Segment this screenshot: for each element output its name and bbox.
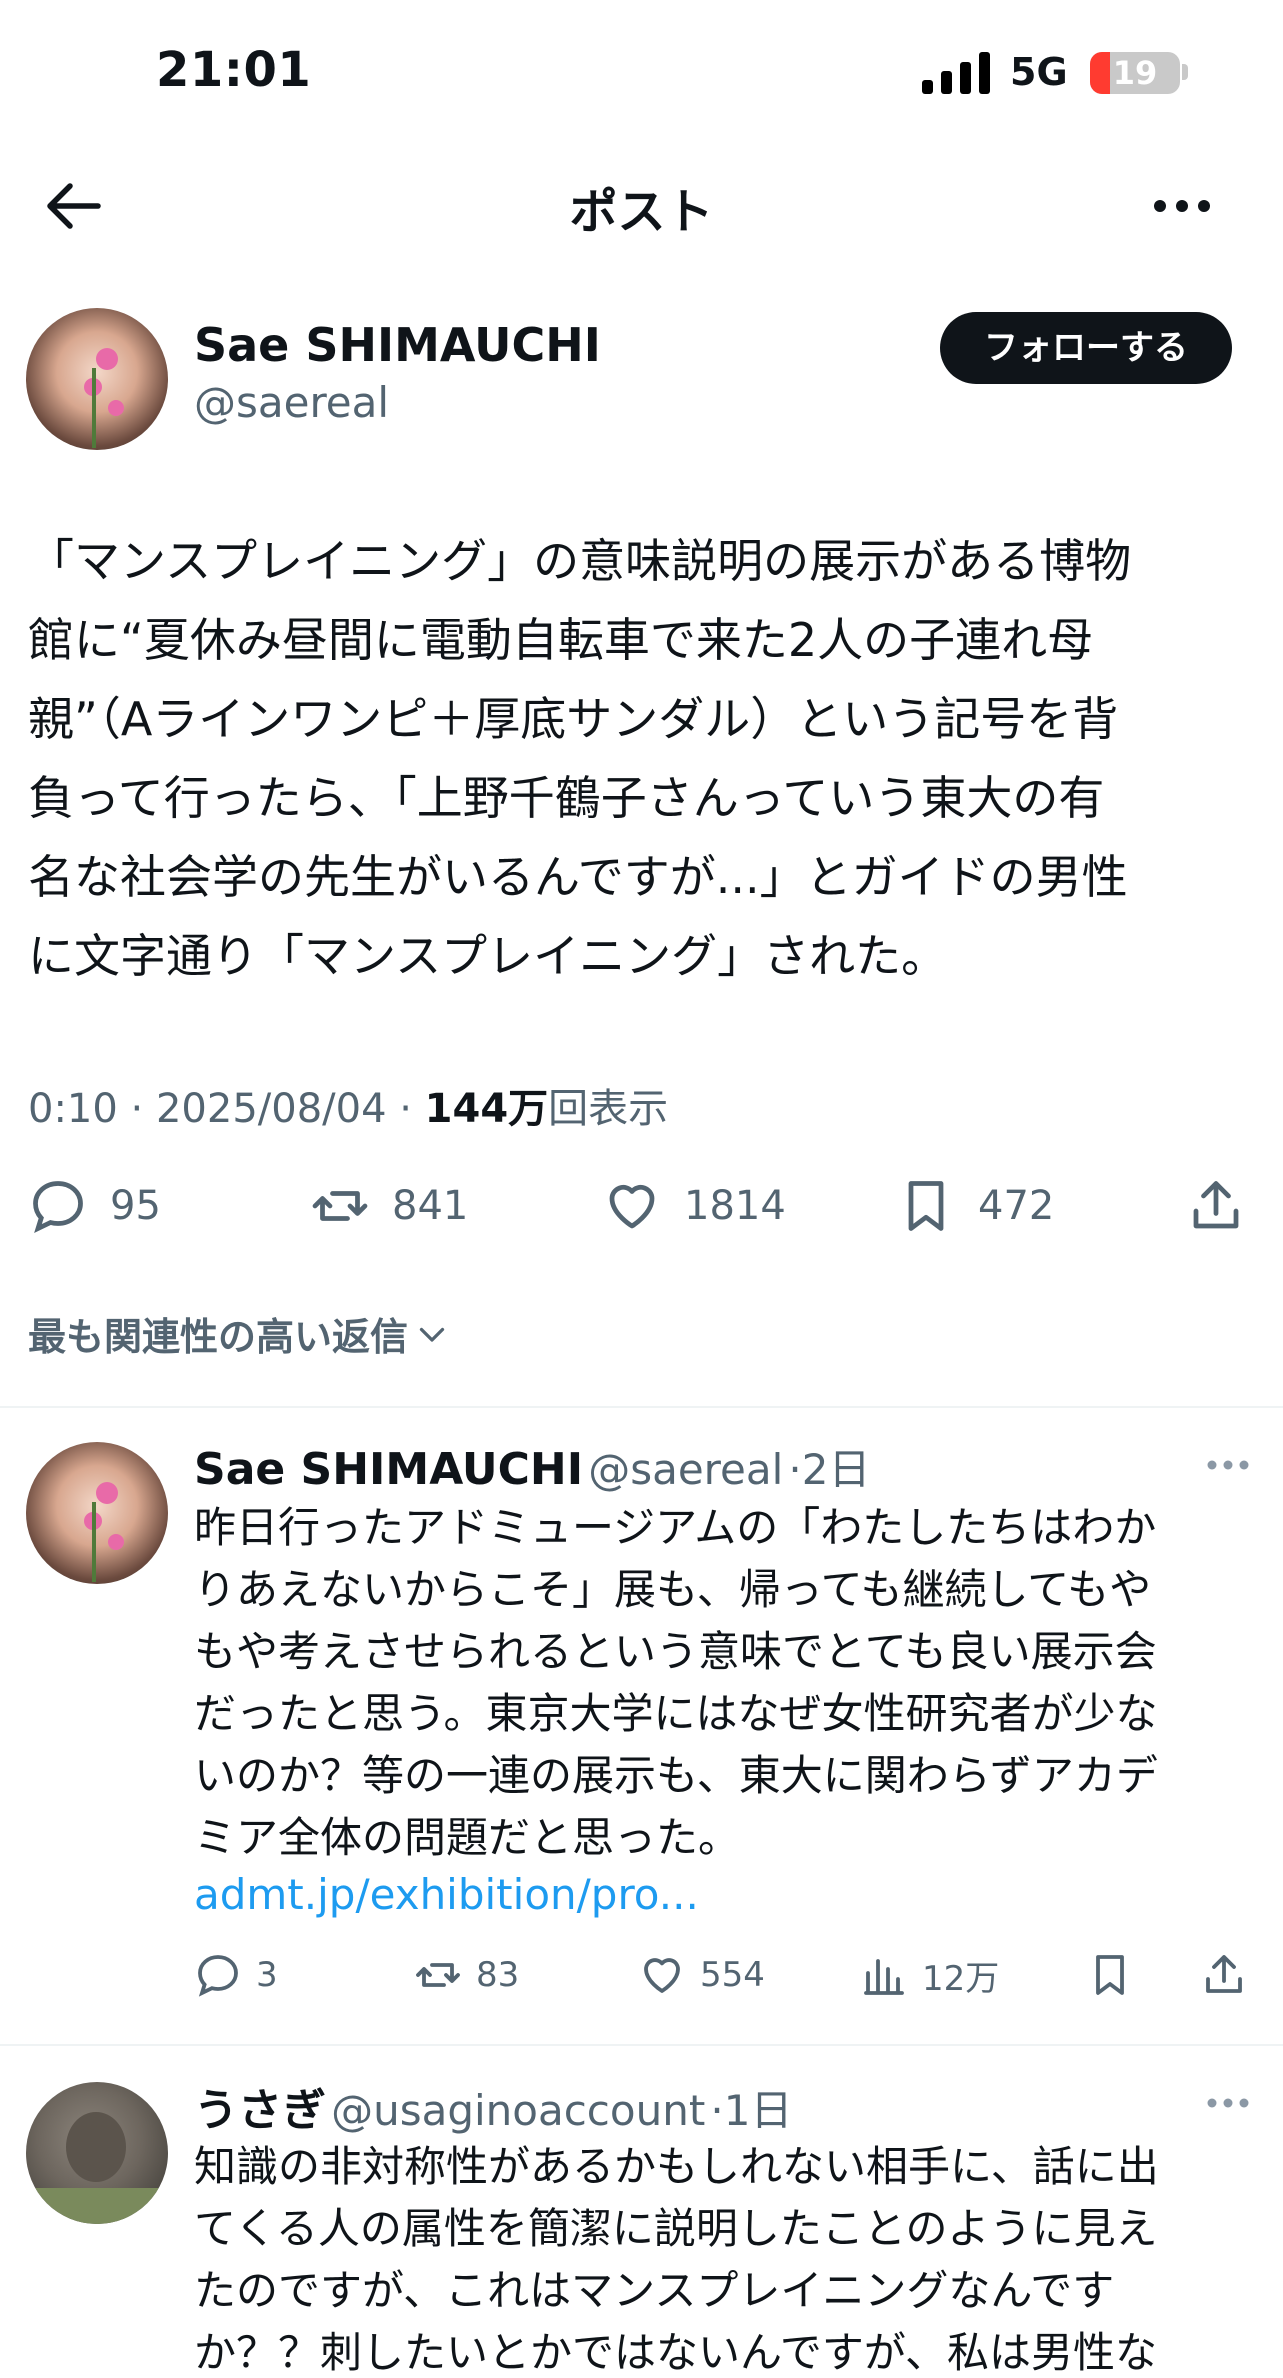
- bookmark-icon: [908, 1181, 944, 1231]
- views-label: 回表示: [548, 1086, 669, 1132]
- reply-text: 昨日行ったアドミュージアムの「わたしたちはわか りあえないからこそ」展も、帰って…: [194, 1503, 1158, 1862]
- share-button[interactable]: [1200, 1948, 1262, 2002]
- replies-sort-label: 最も関連性の高い返信: [28, 1315, 409, 1359]
- network-label: 5G: [1010, 50, 1068, 94]
- reply-text: 知識の非対称性があるかもしれない相手に、話に出 てくる人の属性を簡潔に説明したこ…: [194, 2142, 1159, 2377]
- battery-icon: 19: [1090, 52, 1180, 94]
- reply-button[interactable]: 95: [28, 1176, 161, 1236]
- chevron-down-icon: [419, 1327, 445, 1342]
- avatar[interactable]: [26, 1442, 168, 1584]
- like-count: 554: [700, 1955, 765, 1995]
- page-title: ポスト: [569, 184, 714, 240]
- reply-icon: [33, 1181, 83, 1233]
- reply-age: ·2日: [788, 1445, 871, 1494]
- reply-header: うさぎ @usaginoaccount ·1日: [194, 2074, 792, 2138]
- repost-button[interactable]: 841: [310, 1176, 468, 1236]
- reply-author-name[interactable]: うさぎ: [194, 2085, 326, 2136]
- reply-icon: [198, 1955, 238, 1997]
- like-button[interactable]: 1814: [602, 1176, 786, 1236]
- analytics-icon: [864, 1959, 904, 1995]
- author-name[interactable]: Sae SHIMAUCHI: [194, 318, 601, 372]
- divider: [0, 2044, 1283, 2046]
- reply-author-handle[interactable]: @usaginoaccount: [331, 2086, 705, 2135]
- reply-count: 3: [256, 1955, 278, 1995]
- reply-button[interactable]: 3: [194, 1948, 278, 2002]
- repost-icon: [312, 1191, 368, 1221]
- views-count: 144万: [424, 1086, 549, 1132]
- heart-icon: [644, 1958, 680, 1993]
- more-options-icon[interactable]: [1152, 196, 1212, 216]
- bookmark-count: 472: [978, 1183, 1055, 1229]
- share-button[interactable]: [1186, 1176, 1268, 1236]
- bookmark-icon: [1096, 1955, 1124, 1995]
- repost-count: 83: [476, 1955, 520, 1995]
- battery-tip: [1182, 64, 1188, 80]
- avatar[interactable]: [26, 308, 168, 450]
- status-time: 21:01: [156, 42, 312, 98]
- bookmark-button[interactable]: 472: [896, 1176, 1054, 1236]
- like-button[interactable]: 554: [638, 1948, 765, 2002]
- battery-level: 19: [1112, 54, 1158, 92]
- reply-author-handle[interactable]: @saereal: [588, 1445, 783, 1494]
- replies-sort-dropdown[interactable]: 最も関連性の高い返信: [28, 1306, 450, 1361]
- post-time: 0:10 · 2025/08/04 ·: [28, 1086, 425, 1132]
- post-meta: 0:10 · 2025/08/04 · 144万回表示: [28, 1076, 668, 1134]
- views-button[interactable]: 12万: [860, 1948, 999, 2002]
- repost-count: 841: [392, 1183, 469, 1229]
- views-count: 12万: [922, 1958, 1000, 1999]
- repost-button[interactable]: 83: [414, 1948, 519, 2002]
- avatar[interactable]: [26, 2082, 168, 2224]
- reply-age: ·1日: [710, 2086, 793, 2135]
- bookmark-button[interactable]: [1086, 1948, 1148, 2002]
- reply-link[interactable]: admt.jp/exhibition/pro...: [194, 1870, 699, 1919]
- signal-icon: [922, 52, 990, 94]
- post-text: 「マンスプレイニング」の意味説明の展示がある博物 館に“夏休み昼間に電動自転車で…: [28, 534, 1132, 983]
- like-count: 1814: [684, 1183, 786, 1229]
- author-handle[interactable]: @saereal: [194, 378, 389, 427]
- more-options-icon[interactable]: [1206, 1458, 1250, 1472]
- more-options-icon[interactable]: [1206, 2096, 1250, 2110]
- reply-count: 95: [110, 1183, 161, 1229]
- follow-button[interactable]: フォローする: [940, 312, 1232, 384]
- share-icon: [1193, 1181, 1239, 1229]
- heart-icon: [609, 1184, 655, 1229]
- divider: [0, 1406, 1283, 1408]
- repost-icon: [416, 1963, 460, 1987]
- reply-author-name[interactable]: Sae SHIMAUCHI: [194, 1444, 583, 1495]
- reply-header: Sae SHIMAUCHI @saereal ·2日: [194, 1436, 870, 1497]
- share-icon: [1206, 1955, 1242, 1993]
